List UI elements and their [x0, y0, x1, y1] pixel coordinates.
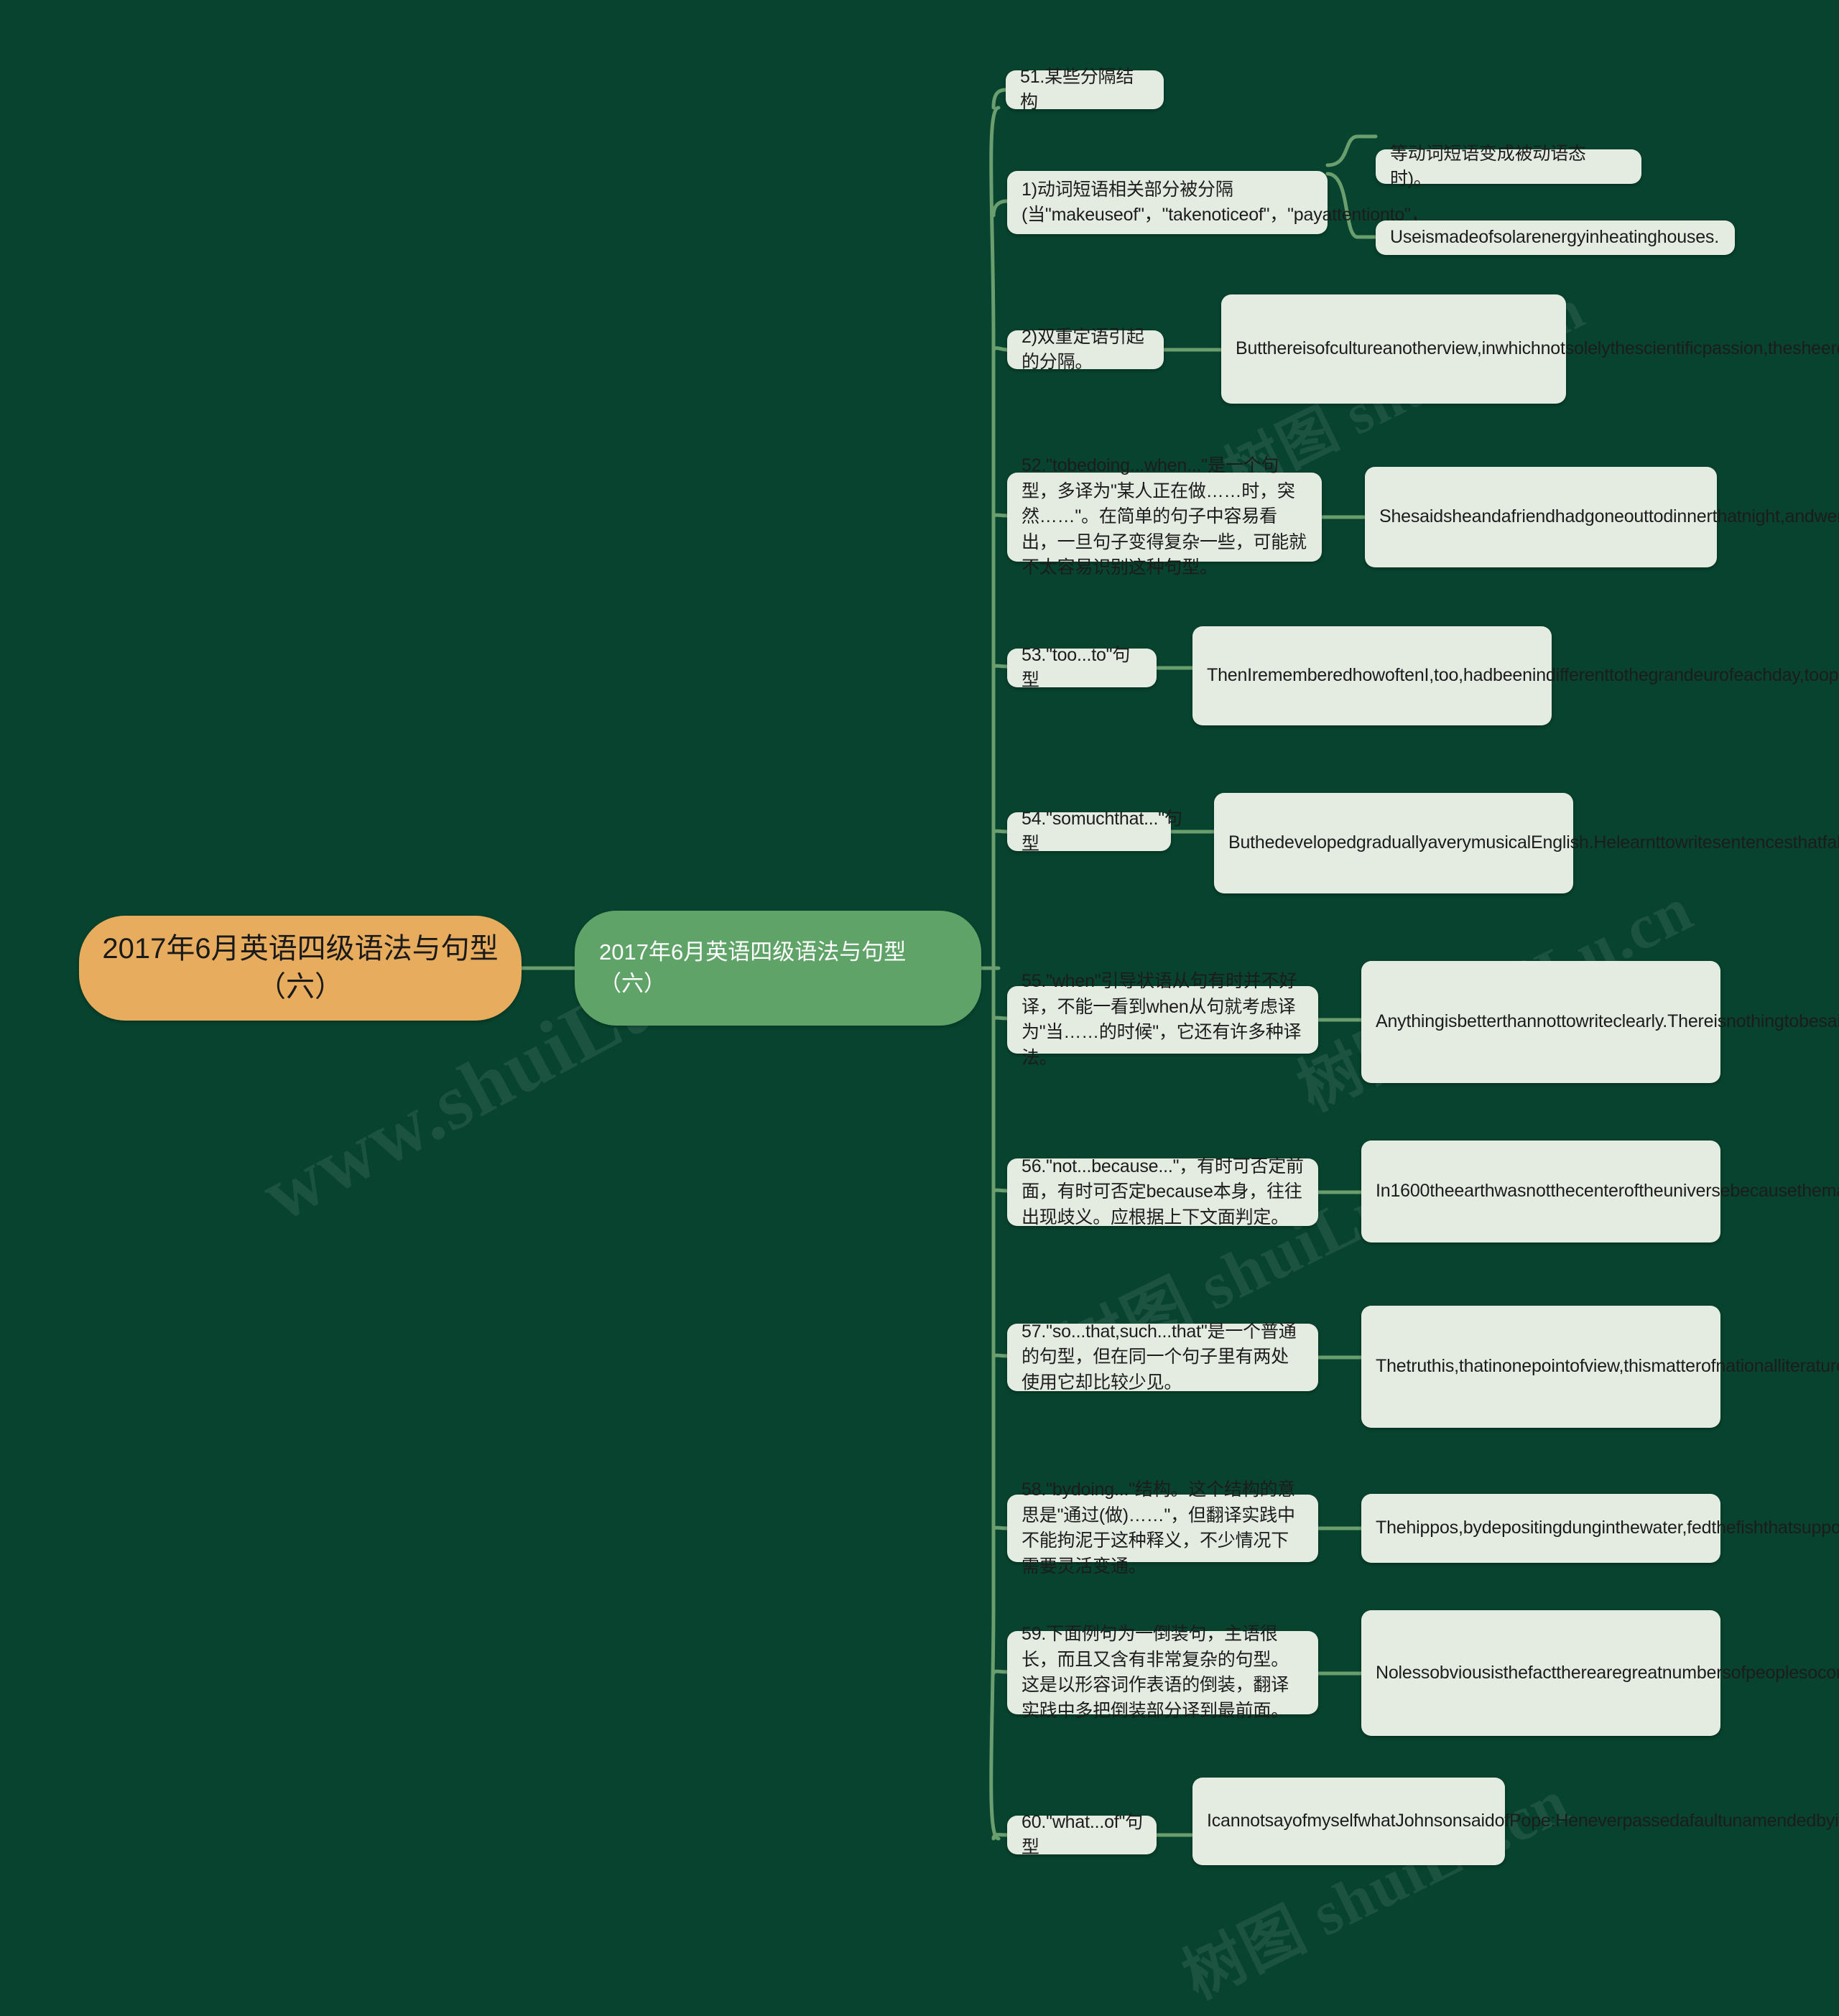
detail-text: ThenIrememberedhowoftenI,too,hadbeenindi…	[1207, 665, 1839, 686]
detail-text: Nolessobviousisthefacttherearegreatnumbe…	[1376, 1662, 1839, 1683]
topic-node-60[interactable]: 60."what...of"句型	[1007, 1812, 1157, 1857]
topic-label: 2)双重定语引起的分隔。	[1022, 326, 1144, 373]
detail-node[interactable]: Shesaidsheandafriendhadgoneouttodinnerth…	[1365, 467, 1839, 567]
root-node[interactable]: 2017年6月英语四级语法与句型（六）	[79, 916, 522, 1021]
detail-node[interactable]: Thehippos,bydepositingdunginthewater,fed…	[1361, 1494, 1839, 1563]
detail-text: Butthereisofcultureanotherview,inwhichno…	[1236, 338, 1839, 359]
detail-node[interactable]: Butthereisofcultureanotherview,inwhichno…	[1221, 294, 1839, 404]
topic-node-52[interactable]: 52."tobedoing...when..."是一个句型，多译为"某人正在做……	[1007, 455, 1322, 577]
detail-node[interactable]: ButhedevelopedgraduallyaverymusicalEngli…	[1214, 793, 1839, 893]
detail-node[interactable]: IcannotsayofmyselfwhatJohnsonsaidofPope:…	[1192, 1778, 1839, 1865]
detail-node[interactable]: Anythingisbetterthannottowriteclearly.Th…	[1361, 961, 1839, 1083]
topic-node-59[interactable]: 59.下面例句为一倒装句，主语很长，而且又含有非常复杂的句型。这是以形容词作表语…	[1007, 1624, 1318, 1721]
detail-text: IcannotsayofmyselfwhatJohnsonsaidofPope:…	[1207, 1811, 1839, 1831]
detail-text: Useismadeofsolarenergyinheatinghouses.	[1390, 227, 1719, 248]
topic-label: 51.某些分隔结构	[1020, 66, 1134, 113]
topic-label: 59.下面例句为一倒装句，主语很长，而且又含有非常复杂的句型。这是以形容词作表语…	[1022, 1624, 1289, 1721]
detail-node[interactable]: Nolessobviousisthefacttherearegreatnumbe…	[1361, 1610, 1839, 1736]
topic-label: 58."bydoing..."结构。这个结构的意思是"通过(做)……"，但翻译实…	[1022, 1480, 1296, 1576]
topic-node-53[interactable]: 53."too...to"句型	[1007, 645, 1157, 690]
detail-node[interactable]: In1600theearthwasnotthecenteroftheuniver…	[1361, 1141, 1839, 1242]
topic-node-55[interactable]: 55."when"引导状语从句有时并不好译，不能一看到when从句就考虑译为"当…	[1007, 971, 1318, 1068]
topic-label: 55."when"引导状语从句有时并不好译，不能一看到when从句就考虑译为"当…	[1022, 971, 1302, 1068]
detail-text: Shesaidsheandafriendhadgoneouttodinnerth…	[1379, 506, 1839, 527]
detail-text: 等动词短语变成被动语态时)。	[1390, 143, 1586, 190]
detail-node[interactable]: Thetruthis,thatinonepointofview,thismatt…	[1361, 1306, 1839, 1428]
detail-node[interactable]: Useismadeofsolarenergyinheatinghouses.	[1376, 220, 1735, 255]
topic-label: 54."somuchthat..."句型	[1022, 808, 1182, 855]
detail-node[interactable]: 等动词短语变成被动语态时)。	[1376, 144, 1641, 189]
topic-node-57[interactable]: 57."so...that,such...that"是一个普通的句型，但在同一个…	[1007, 1321, 1318, 1393]
topic-label: 60."what...of"句型	[1022, 1811, 1143, 1858]
branch-node-label: 2017年6月英语四级语法与句型（六）	[599, 939, 907, 996]
topic-node-58[interactable]: 58."bydoing..."结构。这个结构的意思是"通过(做)……"，但翻译实…	[1007, 1480, 1318, 1576]
detail-text: Thehippos,bydepositingdunginthewater,fed…	[1376, 1518, 1839, 1538]
topic-node-51[interactable]: 51.某些分隔结构	[1006, 67, 1164, 112]
mindmap-canvas: www.shuiLu.cn 树图 shuiLu.cn 树图 shuiLu.cn …	[0, 0, 1839, 2012]
detail-text: Anythingisbetterthannottowriteclearly.Th…	[1376, 1011, 1839, 1032]
topic-node-54[interactable]: 54."somuchthat..."句型	[1007, 809, 1182, 854]
branch-node[interactable]: 2017年6月英语四级语法与句型（六）	[575, 911, 981, 1026]
topic-label: 53."too...to"句型	[1022, 644, 1131, 691]
detail-node[interactable]: ThenIrememberedhowoftenI,too,hadbeenindi…	[1192, 626, 1839, 725]
detail-text: ButhedevelopedgraduallyaverymusicalEngli…	[1228, 832, 1839, 853]
topic-label: 52."tobedoing...when..."是一个句型，多译为"某人正在做……	[1022, 455, 1307, 578]
root-node-label: 2017年6月英语四级语法与句型（六）	[102, 933, 499, 1003]
topic-label: 57."so...that,such...that"是一个普通的句型，但在同一个…	[1022, 1321, 1297, 1393]
topic-node-56[interactable]: 56."not...because..."，有时可否定前面，有时可否定becau…	[1007, 1156, 1318, 1227]
topic-label: 56."not...because..."，有时可否定前面，有时可否定becau…	[1022, 1156, 1304, 1227]
detail-text: In1600theearthwasnotthecenteroftheuniver…	[1376, 1181, 1839, 1202]
topic-node-51a[interactable]: 1)动词短语相关部分被分隔(当"makeuseof"，"takenoticeof…	[1007, 171, 1429, 234]
topic-node-51b[interactable]: 2)双重定语引起的分隔。	[1007, 327, 1164, 372]
topic-label: 1)动词短语相关部分被分隔(当"makeuseof"，"takenoticeof…	[1022, 179, 1429, 226]
detail-text: Thetruthis,thatinonepointofview,thismatt…	[1376, 1356, 1839, 1377]
